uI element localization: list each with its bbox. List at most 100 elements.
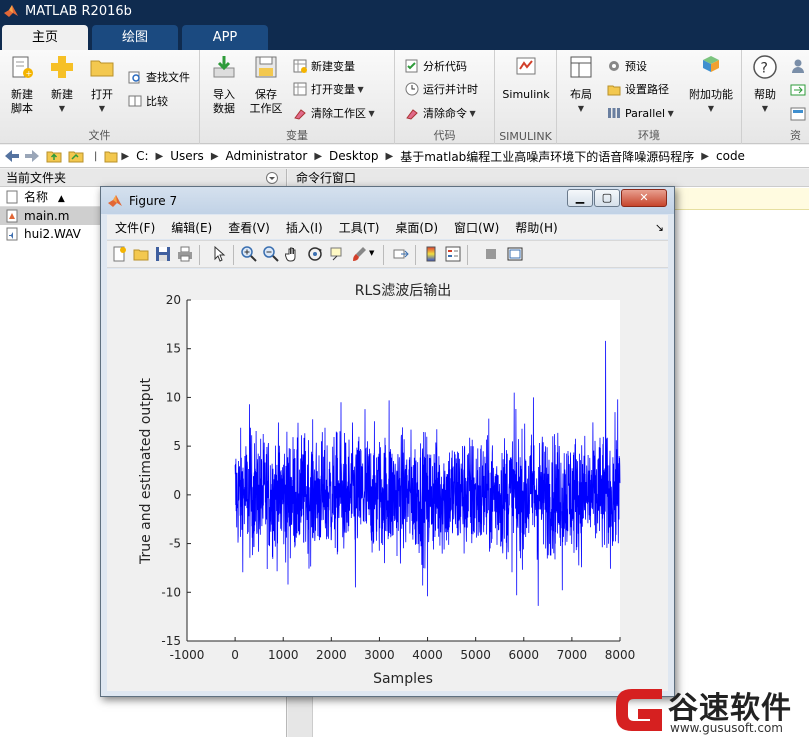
save-icon[interactable] [155,246,171,262]
parallel-dropdown-icon[interactable]: ▼ [665,109,674,118]
ribbon-section-variable: 导入 数据 保存 工作区 新建变量 打开变量 ▼ 清除工作区 ▼ 变量 [200,50,395,144]
new-variable-button[interactable]: 新建变量 [293,57,355,75]
rls-output-chart[interactable]: RLS滤波后输出 Samples True and estimated outp… [107,269,668,691]
clear-workspace-button[interactable]: 清除工作区 ▼ [293,104,375,122]
menu-insert[interactable]: 插入(I) [278,219,331,236]
svg-text:?: ? [761,61,768,77]
x-tick-label: 4000 [412,648,443,662]
current-folder-header: 当前文件夹 [0,169,286,187]
data-cursor-icon[interactable] [329,246,345,262]
pointer-icon[interactable] [211,246,227,262]
figure-canvas[interactable]: RLS滤波后输出 Samples True and estimated outp… [107,269,668,691]
preferences-button[interactable]: 预设 [607,57,647,75]
toolbar-divider [233,245,234,265]
minimize-button[interactable]: ▁ [567,189,593,207]
parallel-button[interactable]: Parallel ▼ [607,104,674,122]
up-folder-icon[interactable] [46,149,62,163]
x-tick-label: 6000 [509,648,540,662]
print-icon[interactable] [177,246,193,262]
open-button[interactable]: 打开 ▼ [84,54,120,116]
menu-tools[interactable]: 工具(T) [331,219,388,236]
figure-title-bar[interactable]: Figure 7 ▁ ▢ ✕ [101,187,674,214]
open-file-icon[interactable] [133,246,149,262]
menu-edit[interactable]: 编辑(E) [163,219,220,236]
analyze-code-button[interactable]: 分析代码 [405,57,467,75]
breadcrumb-users[interactable]: Users [170,149,204,163]
help-button[interactable]: ? 帮助 ▼ [748,54,782,116]
set-path-button[interactable]: 设置路径 [607,80,669,98]
import-data-button[interactable]: 导入 数据 [206,54,242,116]
breadcrumb-code[interactable]: code [716,149,745,163]
back-arrow-icon[interactable] [4,149,20,163]
breadcrumb-c[interactable]: C: [136,149,148,163]
clear-commands-button[interactable]: 清除命令 ▼ [405,104,476,122]
y-tick-label: 0 [173,488,181,502]
plus-icon [51,56,73,78]
open-variable-dropdown-icon[interactable]: ▼ [355,85,364,94]
y-tick-label: 15 [166,342,181,356]
watermark: 谷速软件 www.gususoft.com [612,683,809,737]
tab-home[interactable]: 主页 [2,25,88,50]
close-icon: ✕ [639,191,649,204]
maximize-button[interactable]: ▢ [594,189,620,207]
section-label-simulink: SIMULINK [499,130,552,143]
forward-arrow-icon[interactable] [24,149,40,163]
brush-icon[interactable] [351,246,367,262]
help-dropdown-icon: ▼ [761,104,769,113]
figure-menu-bar: 文件(F) 编辑(E) 查看(V) 插入(I) 工具(T) 桌面(D) 窗口(W… [107,215,668,239]
panel-menu-icon[interactable] [266,172,278,184]
simulink-button[interactable]: Simulink [499,54,553,102]
browse-folder-icon[interactable] [68,149,84,163]
clear-workspace-dropdown-icon[interactable]: ▼ [366,109,375,118]
legend-icon[interactable] [445,246,461,262]
name-column-label: 名称 [24,190,49,204]
menu-desktop[interactable]: 桌面(D) [387,219,446,236]
open-variable-button[interactable]: 打开变量 ▼ [293,80,364,98]
new-variable-icon [293,59,307,73]
simulink-icon [516,57,536,75]
link-plot-icon[interactable] [393,246,409,262]
find-files-button[interactable]: 查找文件 [128,68,190,86]
pan-hand-icon[interactable] [285,246,301,262]
menu-window[interactable]: 窗口(W) [446,219,507,236]
addons-button[interactable]: 附加功能 ▼ [685,54,737,116]
tab-plots[interactable]: 绘图 [92,25,178,50]
rotate-3d-icon[interactable] [307,246,323,262]
layout-button[interactable]: 布局 ▼ [563,54,599,116]
new-figure-icon[interactable] [111,246,127,262]
new-script-button[interactable]: + 新建 脚本 [4,54,40,116]
breadcrumb-project[interactable]: 基于matlab编程工业高噪声环境下的语音降噪源码程序 [400,148,694,165]
x-tick-label: 5000 [460,648,491,662]
sort-ascending-icon: ▲ [57,194,65,204]
dock-arrow-icon[interactable]: ↘ [655,221,664,234]
compare-button[interactable]: 比较 [128,92,168,110]
zoom-in-icon[interactable] [241,246,257,262]
brush-dropdown-icon[interactable]: ▼ [369,249,374,257]
ribbon: + 新建 脚本 新建 ▼ 打开 ▼ 查找文件 比较 文件 导入 数据 保存 工作… [0,50,809,144]
community-icon[interactable] [790,58,806,74]
save-workspace-button[interactable]: 保存 工作区 [246,54,286,116]
y-tick-label: -15 [161,634,181,648]
request-support-icon[interactable] [790,82,806,98]
menu-help[interactable]: 帮助(H) [507,219,565,236]
matlab-logo-icon [4,5,18,17]
close-button[interactable]: ✕ [621,189,667,207]
audio-file-icon [6,227,18,241]
clear-commands-dropdown-icon[interactable]: ▼ [467,109,476,118]
zoom-out-icon[interactable] [263,246,279,262]
menu-file[interactable]: 文件(F) [107,219,163,236]
breadcrumb-desktop[interactable]: Desktop [329,149,379,163]
new-button[interactable]: 新建 ▼ [44,54,80,116]
address-bar: | ▶ C: ▶ Users ▶ Administrator ▶ Desktop… [0,145,809,168]
show-plot-tools-icon[interactable] [507,246,523,262]
ribbon-section-environment: 布局 ▼ 预设 设置路径 Parallel ▼ 附加功能 ▼ 环境 [557,50,742,144]
menu-view[interactable]: 查看(V) [220,219,278,236]
hide-plot-tools-icon[interactable] [483,246,499,262]
breadcrumb-administrator[interactable]: Administrator [226,149,308,163]
y-tick-label: -5 [169,537,181,551]
tab-apps[interactable]: APP [182,25,268,50]
x-tick-label: 3000 [364,648,395,662]
run-and-time-button[interactable]: 运行并计时 [405,80,478,98]
learn-matlab-icon[interactable] [790,106,806,122]
colorbar-icon[interactable] [423,246,439,262]
